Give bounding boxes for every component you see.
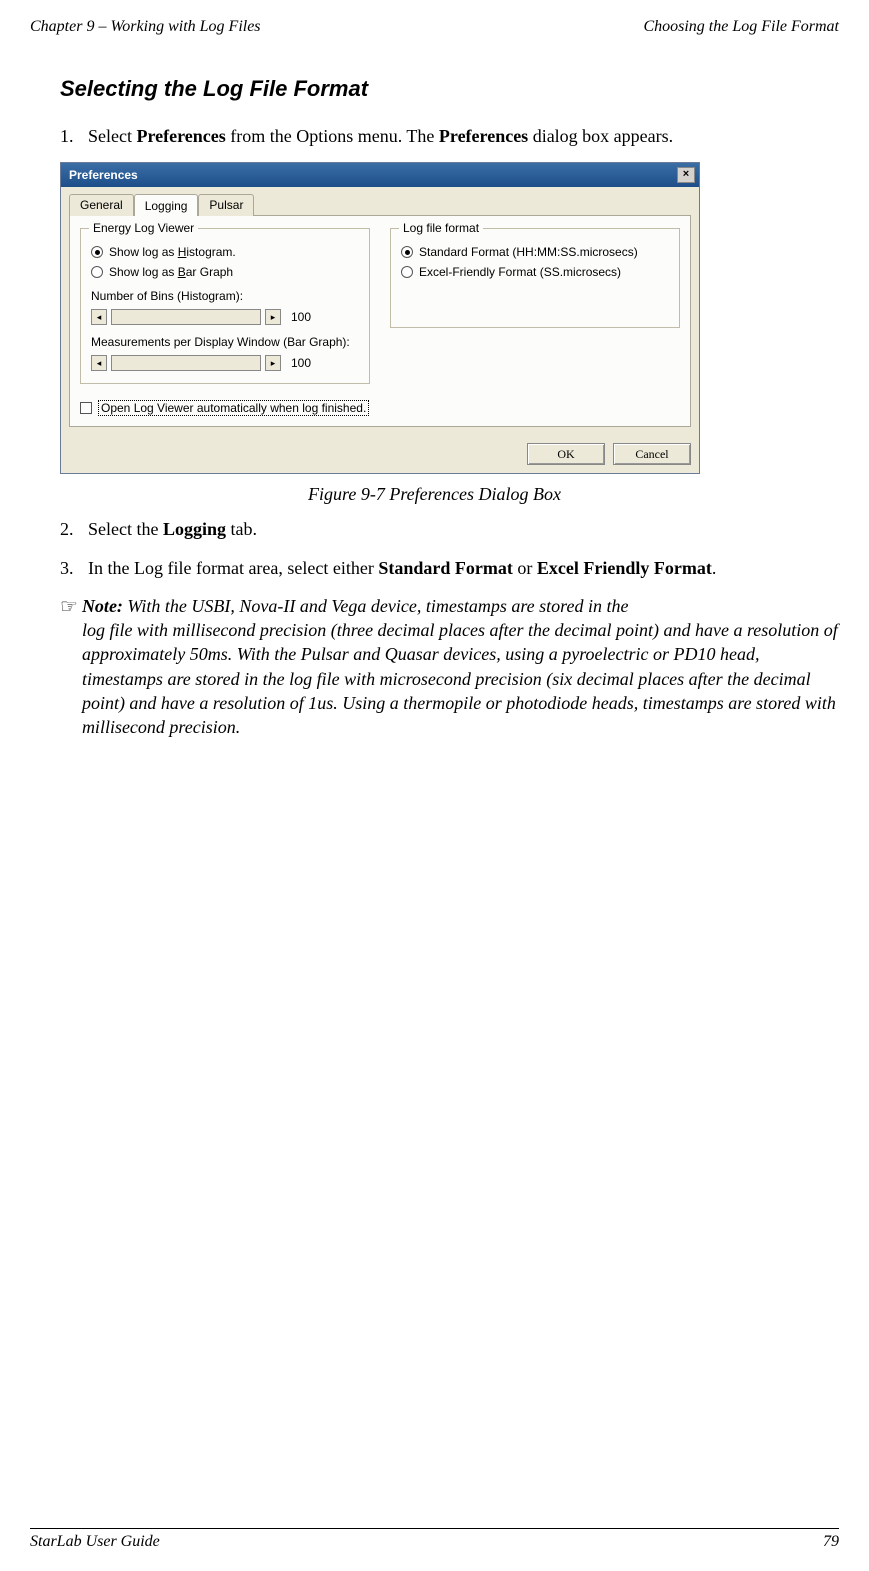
step-2-number: 2.	[60, 517, 74, 541]
tab-panel-logging: Energy Log Viewer Show log as Histogram.…	[69, 215, 691, 427]
step-3-text-a: In the Log file format area, select eith…	[88, 558, 378, 578]
section-title: Selecting the Log File Format	[60, 76, 839, 102]
step-1-bold-1: Preferences	[136, 126, 225, 146]
radio-bargraph-row[interactable]: Show log as Bar Graph	[91, 265, 359, 279]
bins-track[interactable]	[111, 309, 261, 325]
header-left: Chapter 9 – Working with Log Files	[30, 18, 261, 36]
radio-histogram[interactable]	[91, 246, 103, 258]
page-footer: StarLab User Guide 79	[30, 1528, 839, 1551]
dialog-button-row: OK Cancel	[61, 435, 699, 473]
figure-caption: Figure 9-7 Preferences Dialog Box	[30, 484, 839, 505]
preferences-dialog: Preferences × General Logging Pulsar Ene…	[60, 162, 700, 474]
radio-standard-label: Standard Format (HH:MM:SS.microsecs)	[419, 245, 638, 259]
dialog-title: Preferences	[69, 168, 138, 182]
bins-label: Number of Bins (Histogram):	[91, 289, 359, 303]
note-body-rest: log file with millisecond precision (thr…	[82, 618, 839, 739]
note-block: ☞ Note: With the USBI, Nova-II and Vega …	[60, 594, 839, 740]
cancel-button[interactable]: Cancel	[613, 443, 691, 465]
autoopen-label: Open Log Viewer automatically when log f…	[98, 400, 369, 416]
meas-left-arrow-icon[interactable]: ◂	[91, 355, 107, 371]
ok-button[interactable]: OK	[527, 443, 605, 465]
footer-left: StarLab User Guide	[30, 1533, 160, 1551]
radio-standard-format[interactable]	[401, 246, 413, 258]
close-button[interactable]: ×	[677, 167, 695, 183]
tab-pulsar[interactable]: Pulsar	[198, 194, 254, 216]
bins-value: 100	[291, 310, 311, 324]
note-body-firstline: With the USBI, Nova-II and Vega device, …	[123, 596, 629, 616]
radio-histogram-row[interactable]: Show log as Histogram.	[91, 245, 359, 259]
meas-value: 100	[291, 356, 311, 370]
step-3-number: 3.	[60, 556, 74, 580]
footer-right: 79	[823, 1533, 839, 1551]
header-right: Choosing the Log File Format	[643, 18, 839, 36]
bins-right-arrow-icon[interactable]: ▸	[265, 309, 281, 325]
group-format-legend: Log file format	[399, 221, 483, 235]
bins-left-arrow-icon[interactable]: ◂	[91, 309, 107, 325]
group-log-file-format: Log file format Standard Format (HH:MM:S…	[390, 228, 680, 328]
meas-track[interactable]	[111, 355, 261, 371]
step-1-text-e: dialog box appears.	[528, 126, 673, 146]
autoopen-checkbox[interactable]	[80, 402, 92, 414]
radio-bargraph[interactable]	[91, 266, 103, 278]
dialog-titlebar[interactable]: Preferences ×	[61, 163, 699, 187]
bins-slider[interactable]: ◂ ▸ 100	[91, 309, 359, 325]
step-3: 3. In the Log file format area, select e…	[60, 556, 839, 580]
tabs-row: General Logging Pulsar	[61, 187, 699, 215]
step-2-text-c: tab.	[226, 519, 257, 539]
step-3-bold-2: Excel Friendly Format	[537, 558, 712, 578]
page-header: Chapter 9 – Working with Log Files Choos…	[30, 18, 839, 36]
meas-right-arrow-icon[interactable]: ▸	[265, 355, 281, 371]
step-2-bold: Logging	[163, 519, 226, 539]
radio-bargraph-label: Show log as Bar Graph	[109, 265, 233, 279]
radio-excel-row[interactable]: Excel-Friendly Format (SS.microsecs)	[401, 265, 669, 279]
step-3-text-e: .	[712, 558, 717, 578]
note-label: Note:	[82, 596, 123, 616]
group-energy-log-viewer: Energy Log Viewer Show log as Histogram.…	[80, 228, 370, 384]
measurements-slider[interactable]: ◂ ▸ 100	[91, 355, 359, 371]
group-energy-legend: Energy Log Viewer	[89, 221, 198, 235]
step-3-text-c: or	[513, 558, 537, 578]
step-2-text-a: Select the	[88, 519, 163, 539]
step-1-text-a: Select	[88, 126, 136, 146]
step-1-text-c: from the Options menu. The	[226, 126, 439, 146]
measurements-label: Measurements per Display Window (Bar Gra…	[91, 335, 359, 349]
radio-standard-row[interactable]: Standard Format (HH:MM:SS.microsecs)	[401, 245, 669, 259]
step-1-number: 1.	[60, 124, 74, 148]
tab-logging[interactable]: Logging	[134, 194, 199, 216]
radio-histogram-label: Show log as Histogram.	[109, 245, 236, 259]
step-3-bold-1: Standard Format	[378, 558, 513, 578]
step-1-bold-2: Preferences	[439, 126, 528, 146]
step-1: 1. Select Preferences from the Options m…	[60, 124, 839, 148]
radio-excel-format[interactable]	[401, 266, 413, 278]
tab-general[interactable]: General	[69, 194, 134, 216]
radio-excel-label: Excel-Friendly Format (SS.microsecs)	[419, 265, 621, 279]
note-icon: ☞	[60, 594, 78, 740]
autoopen-row[interactable]: Open Log Viewer automatically when log f…	[80, 400, 680, 416]
step-2: 2. Select the Logging tab.	[60, 517, 839, 541]
